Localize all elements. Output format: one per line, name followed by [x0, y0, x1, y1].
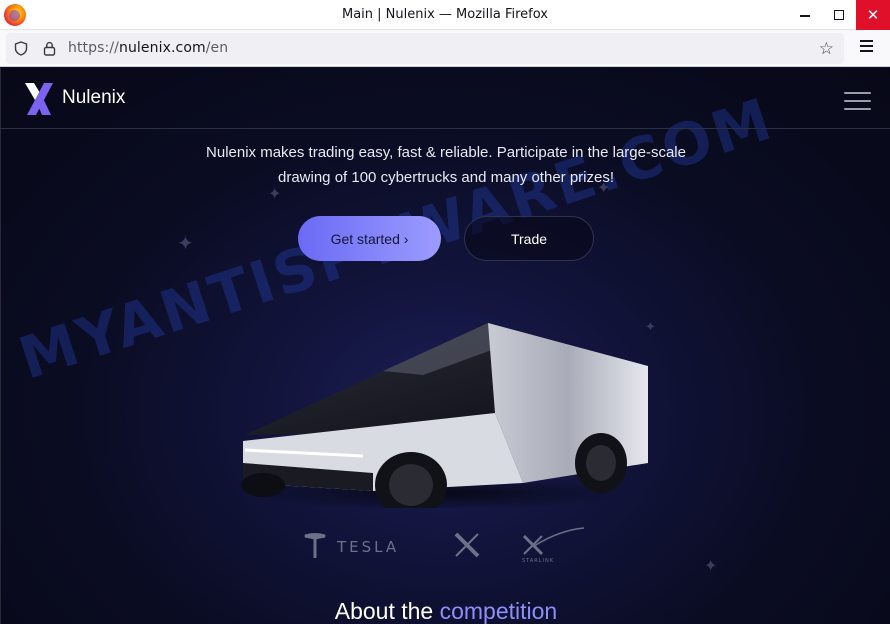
app-menu-icon[interactable]: [860, 40, 873, 52]
tagline-line-2: drawing of 100 cybertrucks and many othe…: [278, 169, 614, 186]
minimize-icon: [800, 15, 810, 17]
browser-toolbar: https://nulenix.com/en ☆: [0, 30, 890, 67]
starlink-logo-icon: STARLINK: [522, 527, 585, 564]
url-scheme: https://: [68, 40, 119, 56]
tagline-line-1: Nulenix makes trading easy, fast & relia…: [206, 144, 686, 161]
url-path: /en: [205, 40, 229, 56]
hero-tagline: Nulenix makes trading easy, fast & relia…: [1, 140, 890, 190]
browser-titlebar: Main | Nulenix — Mozilla Firefox ✕: [0, 0, 890, 30]
brand-name[interactable]: Nulenix: [62, 87, 125, 109]
nulenix-logo-icon[interactable]: [25, 83, 53, 115]
cybertruck-image: [241, 323, 648, 508]
window-title: Main | Nulenix — Mozilla Firefox: [341, 7, 548, 22]
close-button[interactable]: ✕: [856, 0, 890, 30]
url-host: nulenix.com: [118, 40, 206, 56]
about-heading-prefix: About the: [334, 598, 434, 624]
url-text[interactable]: https://nulenix.com/en: [68, 40, 228, 56]
webpage: MYANTISPYWARE.COM Nulenix Nulenix makes …: [0, 68, 890, 624]
maximize-button[interactable]: [822, 0, 856, 30]
tracking-protection-shield-icon[interactable]: [14, 41, 28, 56]
address-bar[interactable]: https://nulenix.com/en ☆: [6, 33, 844, 64]
about-heading: About the competition: [1, 598, 890, 624]
sparkle-icon: ✦: [268, 184, 282, 203]
minimize-button[interactable]: [788, 0, 822, 30]
sparkle-icon: ✦: [597, 178, 611, 197]
site-header: Nulenix: [1, 68, 890, 129]
svg-text:STARLINK: STARLINK: [522, 558, 554, 564]
tesla-logo-icon: TESLA: [304, 533, 399, 558]
sparkle-icon: ✦: [177, 231, 194, 255]
hamburger-menu-icon[interactable]: [844, 92, 871, 110]
svg-text:TESLA: TESLA: [336, 538, 399, 556]
trade-button[interactable]: Trade: [464, 216, 594, 261]
maximize-icon: [834, 10, 844, 20]
get-started-button[interactable]: Get started ›: [298, 216, 441, 261]
lock-icon[interactable]: [43, 41, 56, 56]
close-icon: ✕: [866, 6, 880, 24]
about-heading-accent: competition: [439, 598, 558, 624]
partner-logos: TESLA STARLINK: [1, 526, 890, 566]
bookmark-star-icon[interactable]: ☆: [819, 39, 834, 59]
x-logo-icon: [454, 532, 480, 558]
